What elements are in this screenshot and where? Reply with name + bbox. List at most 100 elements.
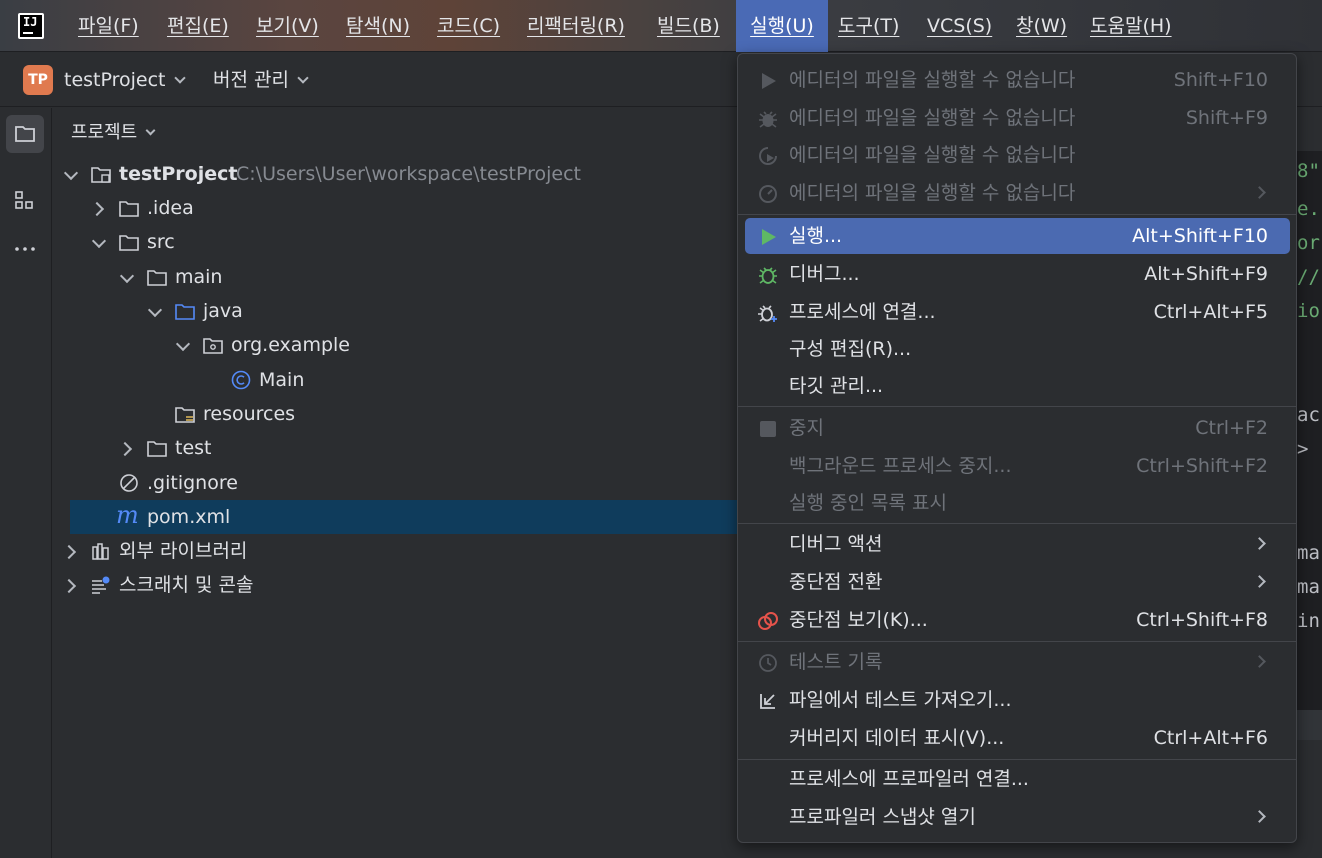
intellij-logo-icon[interactable]: IJ (18, 13, 44, 39)
code-fragment: > (1297, 438, 1309, 460)
tree-item-test[interactable]: test (53, 431, 737, 465)
tree-item-gitignore[interactable]: .gitignore (53, 466, 737, 500)
maven-icon: m (116, 501, 139, 529)
menu-item-label: 중단점 전환 (789, 571, 883, 593)
menu-edit[interactable]: 편집(E) (167, 0, 229, 52)
scratches-icon (92, 576, 110, 594)
tree-item-idea[interactable]: .idea (53, 191, 737, 225)
tree-item-main-class[interactable]: Main (53, 363, 737, 397)
more-icon (15, 247, 35, 251)
tree-item-org-example[interactable]: org.example (53, 328, 737, 362)
submenu-arrow-icon (1253, 655, 1266, 668)
expand-arrow-icon[interactable] (63, 568, 79, 602)
menu-navigate[interactable]: 탐색(N) (346, 0, 410, 52)
submenu-arrow-icon (1253, 537, 1266, 550)
open-profiler-snapshot-item[interactable]: 프로파일러 스냅샷 열기 (745, 799, 1290, 835)
project-selector[interactable]: testProject (64, 53, 186, 107)
stop-background-processes-item[interactable]: 백그라운드 프로세스 중지... Ctrl+Shift+F2 (745, 448, 1290, 484)
project-panel-title[interactable]: 프로젝트 (71, 118, 156, 144)
debug-current-file-item[interactable]: 에디터의 파일을 실행할 수 없습니다 Shift+F9 (745, 100, 1290, 136)
debug-config-item[interactable]: 디버그... Alt+Shift+F9 (745, 256, 1290, 292)
code-fragment: io (1297, 300, 1320, 322)
tree-item-scratches[interactable]: 스크래치 및 콘솔 (53, 568, 737, 602)
expand-arrow-icon[interactable] (63, 534, 79, 568)
expand-arrow-icon[interactable] (63, 157, 79, 191)
show-coverage-data-item[interactable]: 커버리지 데이터 표시(V)... Ctrl+Alt+F6 (745, 720, 1290, 756)
menu-item-shortcut: Ctrl+Shift+F8 (1136, 609, 1268, 631)
test-history-item[interactable]: 테스트 기록 (745, 644, 1290, 680)
menu-build[interactable]: 빌드(B) (657, 0, 720, 52)
package-icon (203, 338, 223, 354)
menu-separator (738, 406, 1296, 407)
project-badge[interactable]: TP (23, 65, 53, 95)
manage-targets-item[interactable]: 타깃 관리... (745, 368, 1290, 404)
menu-tools[interactable]: 도구(T) (838, 0, 899, 52)
menu-item-label: 파일에서 테스트 가져오기... (789, 689, 1012, 711)
project-folder-icon (91, 167, 111, 183)
attach-profiler-item[interactable]: 프로세스에 프로파일러 연결... (745, 761, 1290, 797)
menu-separator (738, 641, 1296, 642)
expand-arrow-icon[interactable] (119, 260, 135, 294)
code-fragment: 8" (1297, 160, 1320, 182)
tree-item-java[interactable]: java (53, 294, 737, 328)
menu-item-label: 디버그 액션 (789, 533, 883, 555)
tree-item-main[interactable]: main (53, 260, 737, 294)
menu-item-label: 테스트 기록 (789, 651, 883, 673)
expand-arrow-icon[interactable] (175, 328, 191, 362)
menu-separator (738, 759, 1296, 760)
tree-item-pom-xml[interactable]: m pom.xml (70, 500, 737, 534)
menu-refactor[interactable]: 리팩터링(R) (527, 0, 625, 52)
vcs-selector[interactable]: 버전 관리 (213, 53, 309, 107)
menu-help[interactable]: 도움말(H) (1090, 0, 1172, 52)
menu-window[interactable]: 창(W) (1016, 0, 1067, 52)
project-path: C:\Users\User\workspace\testProject (236, 163, 581, 185)
coverage-current-file-item[interactable]: 에디터의 파일을 실행할 수 없습니다 (745, 137, 1290, 173)
tree-item-src[interactable]: src (53, 225, 737, 259)
ignore-file-icon (120, 474, 138, 492)
submenu-arrow-icon (1253, 186, 1266, 199)
run-icon (762, 229, 776, 245)
structure-tool-button[interactable] (6, 182, 44, 220)
import-icon (760, 694, 775, 709)
menu-item-label: 실행... (789, 225, 843, 247)
vcs-label: 버전 관리 (213, 69, 289, 91)
menu-item-label: 에디터의 파일을 실행할 수 없습니다 (789, 144, 1076, 166)
menu-item-label: 실행 중인 목록 표시 (789, 492, 947, 514)
stop-item[interactable]: 중지 Ctrl+F2 (745, 410, 1290, 446)
menu-separator (738, 523, 1296, 524)
toggle-breakpoint-item[interactable]: 중단점 전환 (745, 564, 1290, 600)
expand-arrow-icon[interactable] (147, 294, 163, 328)
panel-title-label: 프로젝트 (71, 122, 138, 143)
debug-actions-item[interactable]: 디버그 액션 (745, 526, 1290, 562)
tree-item-external-libraries[interactable]: 외부 라이브러리 (53, 534, 737, 568)
expand-arrow-icon[interactable] (91, 191, 107, 225)
project-tool-button[interactable] (6, 115, 44, 153)
menu-view[interactable]: 보기(V) (256, 0, 319, 52)
tree-label: src (147, 231, 175, 253)
edit-configurations-item[interactable]: 구성 편집(R)... (745, 331, 1290, 367)
menu-code[interactable]: 코드(C) (437, 0, 500, 52)
code-fragment: ma (1297, 542, 1320, 564)
attach-to-process-item[interactable]: 프로세스에 연결... Ctrl+Alt+F5 (745, 294, 1290, 330)
more-tools-button[interactable] (6, 230, 44, 268)
java-class-icon (231, 370, 251, 390)
expand-arrow-icon[interactable] (91, 225, 107, 259)
menu-item-shortcut: Alt+Shift+F10 (1132, 225, 1268, 247)
menu-file[interactable]: 파일(F) (78, 0, 139, 52)
expand-arrow-icon[interactable] (119, 431, 135, 465)
menu-vcs[interactable]: VCS(S) (927, 0, 992, 52)
run-config-item[interactable]: 실행... Alt+Shift+F10 (745, 218, 1290, 254)
view-breakpoints-item[interactable]: 중단점 보기(K)... Ctrl+Shift+F8 (745, 602, 1290, 638)
import-tests-item[interactable]: 파일에서 테스트 가져오기... (745, 682, 1290, 718)
menu-run[interactable]: 실행(U) (736, 0, 828, 52)
tree-item-resources[interactable]: resources (53, 397, 737, 431)
tree-item-testproject[interactable]: testProject C:\Users\User\workspace\test… (53, 157, 737, 191)
code-fragment: e. (1297, 198, 1320, 220)
tree-label: testProject (119, 163, 238, 185)
menu-item-shortcut: Ctrl+F2 (1195, 417, 1268, 439)
show-running-list-item[interactable]: 실행 중인 목록 표시 (745, 485, 1290, 521)
profile-current-file-item[interactable]: 에디터의 파일을 실행할 수 없습니다 (745, 175, 1290, 211)
tree-label: resources (203, 403, 296, 425)
menu-item-label: 백그라운드 프로세스 중지... (789, 455, 1012, 477)
run-current-file-item[interactable]: 에디터의 파일을 실행할 수 없습니다 Shift+F10 (745, 62, 1290, 98)
